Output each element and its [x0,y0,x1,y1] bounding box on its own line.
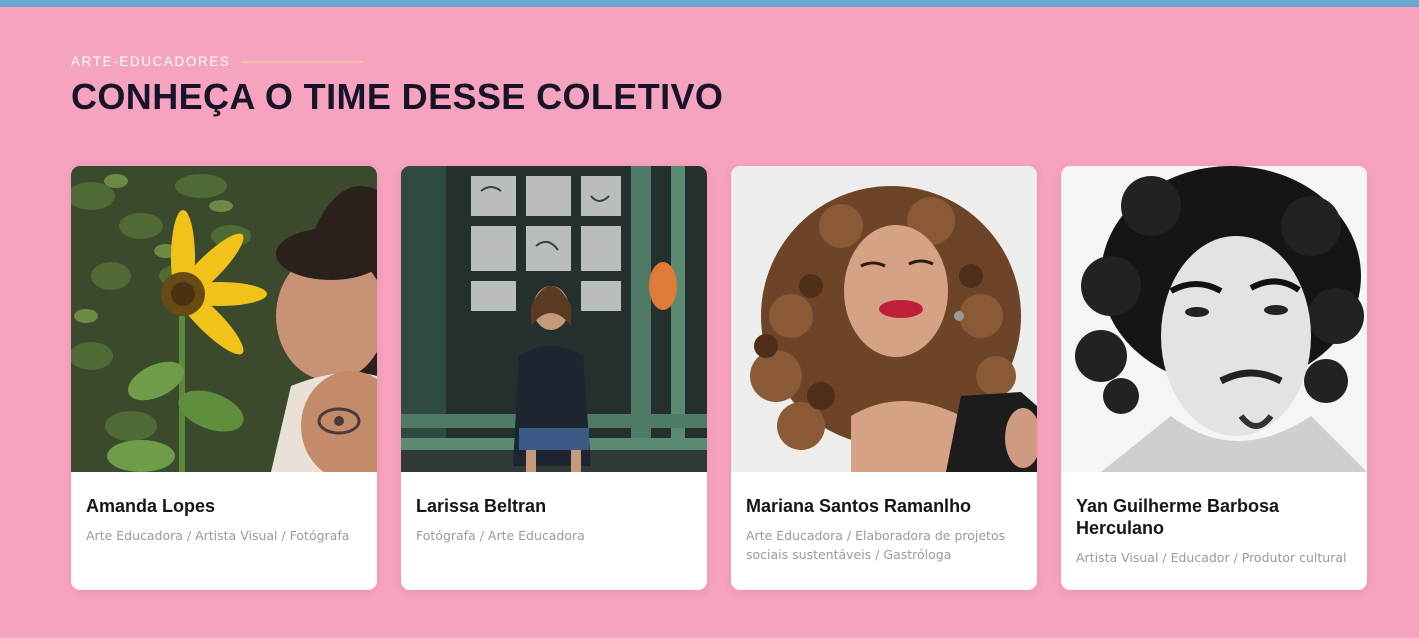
top-accent-bar [0,0,1419,7]
member-name: Mariana Santos Ramanlho [746,496,972,516]
member-name: Amanda Lopes [86,496,216,516]
member-photo [71,166,377,472]
member-role: Fotógrafa / Arte Educadora [416,528,585,543]
section-eyebrow: ARTE-EDUCADORES [71,54,363,69]
member-role: Arte Educadora / Elaboradora de projetos… [746,528,1006,562]
member-role: Arte Educadora / Artista Visual / Fotógr… [86,528,350,543]
member-photo [731,166,1037,472]
team-card-list: Amanda Lopes Arte Educadora / Artista Vi… [71,166,1367,590]
member-name: Yan Guilherme Barbosa Herculano [1076,496,1280,538]
member-role: Artista Visual / Educador / Produtor cul… [1076,550,1347,565]
section-title: CONHEÇA O TIME DESSE COLETIVO [71,76,724,117]
eyebrow-text: ARTE-EDUCADORES [71,54,231,69]
team-card[interactable]: Larissa Beltran Fotógrafa / Arte Educado… [401,166,707,590]
eyebrow-divider [240,60,363,63]
member-photo [1061,166,1367,472]
team-card[interactable]: Amanda Lopes Arte Educadora / Artista Vi… [71,166,377,590]
team-card[interactable]: Yan Guilherme Barbosa Herculano Artista … [1061,166,1367,590]
team-card[interactable]: Mariana Santos Ramanlho Arte Educadora /… [731,166,1037,590]
member-photo [401,166,707,472]
member-name: Larissa Beltran [416,496,547,516]
